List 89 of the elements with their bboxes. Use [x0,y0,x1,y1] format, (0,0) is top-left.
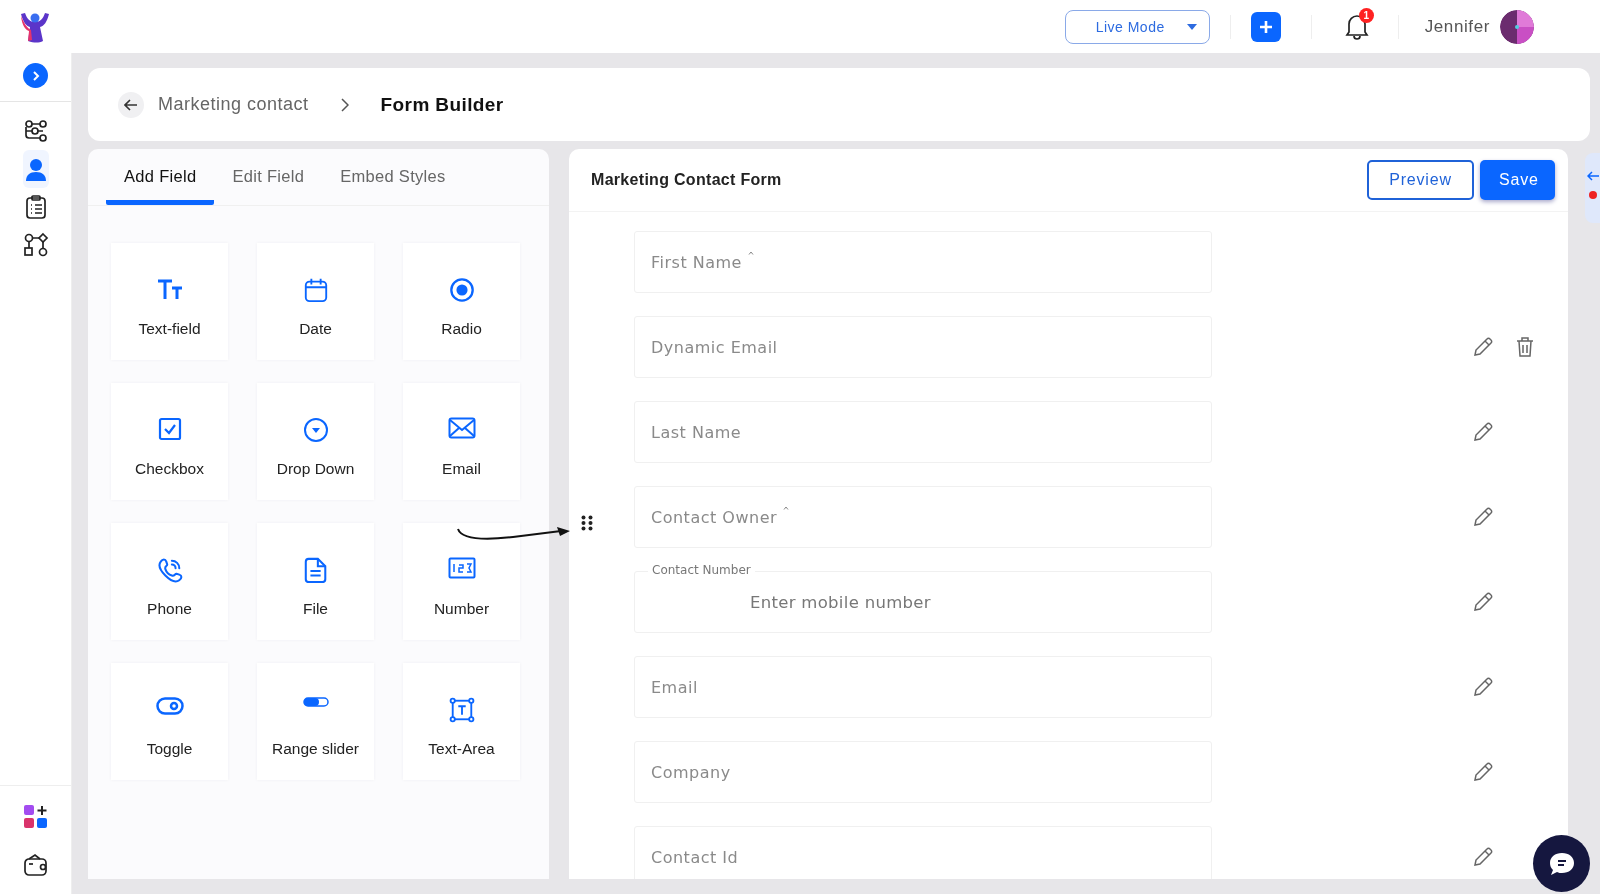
tile-label: File [303,600,328,618]
dot-icon [1588,191,1597,199]
input-field[interactable]: Contact Id [634,826,1212,879]
pencil-icon[interactable] [1472,846,1494,868]
tile-label: Text-field [138,320,201,338]
pencil-icon[interactable] [1472,591,1494,613]
breadcrumb-link[interactable]: Marketing contact [158,94,309,115]
field-type-tile[interactable]: Range slider [257,663,374,780]
avatar[interactable] [1500,9,1534,44]
envelope-icon [447,417,476,439]
tab[interactable]: Embed Styles [322,155,464,205]
tile-label: Drop Down [276,460,355,478]
field-type-tile[interactable]: File [257,523,374,640]
tab[interactable]: Add Field [106,155,215,205]
back-button[interactable] [118,91,144,118]
tile-label: Range slider [272,740,359,758]
input-field[interactable]: Company [634,741,1212,803]
input-field[interactable]: First Name [634,231,1212,293]
checkbox-icon [157,417,182,441]
field-placeholder: Contact Id [651,847,739,867]
tile-label: Number [433,600,490,618]
apps-icon[interactable] [22,804,49,830]
field-type-tile[interactable]: Number [403,523,520,640]
toggle-icon [155,697,184,715]
document-icon [303,557,328,583]
chat-button[interactable] [1533,835,1590,892]
pencil-icon[interactable] [1472,506,1494,528]
back-arrow-icon [124,98,138,111]
field-type-tile[interactable]: Email [403,383,520,500]
number-box-icon [447,557,476,579]
phone-icon [155,557,184,583]
pencil-icon[interactable] [1472,761,1494,783]
input-field[interactable]: Contact Owner [634,486,1212,548]
input-field[interactable]: Dynamic Email [634,316,1212,378]
input-field[interactable]: Last Name [634,401,1212,463]
field-type-tile[interactable]: Drop Down [257,383,374,500]
field-type-tile[interactable]: Phone [111,523,228,640]
field-type-tile[interactable]: Radio [403,243,520,360]
text-size-icon [155,277,184,301]
field-placeholder: Last Name [651,422,742,442]
arrow-left-icon [1586,171,1599,181]
chat-icon [1548,851,1575,876]
pencil-icon[interactable] [1472,421,1494,443]
tile-label: Date [299,320,332,338]
form-title: Marketing Contact Form [591,171,783,189]
add-button[interactable] [1250,11,1281,42]
chevron-icon [31,69,40,82]
page-title: Form Builder [380,93,504,116]
drag-handle-icon[interactable] [581,515,593,531]
preview-button[interactable]: Preview [1367,160,1474,200]
flowchart-icon[interactable] [22,232,49,258]
field-placeholder: Dynamic Email [651,337,778,357]
field-type-tile[interactable]: Text-field [111,243,228,360]
field-type-tile[interactable]: Toggle [111,663,228,780]
field-placeholder: Email [651,677,698,697]
notification-count: 1 [1358,7,1374,23]
tab[interactable]: Edit Field [214,155,323,205]
text-box-icon [447,697,476,723]
trash-icon[interactable] [1514,336,1536,358]
wallet-icon[interactable] [22,852,49,878]
workflow-icon[interactable] [22,118,49,144]
tile-label: Radio [441,320,482,338]
slider-icon [302,697,329,707]
field-type-tile[interactable]: Text-Area [403,663,520,780]
field-placeholder: Company [651,762,731,782]
chevron-icon [340,97,349,112]
caret-icon [1186,23,1197,30]
input-field[interactable]: Email [634,656,1212,718]
tile-label: Checkbox [135,460,204,478]
dropdown-icon [302,417,329,443]
field-type-tile[interactable]: Date [257,243,374,360]
tile-label: Email [442,460,481,478]
field-label: Contact Number [648,563,755,577]
pencil-icon[interactable] [1472,336,1494,358]
plus-icon [1258,19,1273,34]
calendar-icon [302,277,329,303]
field-placeholder: Contact Owner [651,507,778,527]
pencil-icon[interactable] [1472,676,1494,698]
radio-icon [447,277,476,303]
expand-button[interactable] [23,63,48,88]
mode-dropdown[interactable]: Live Mode [1064,9,1210,44]
tile-label: Text-Area [428,740,495,758]
side-drawer-tab[interactable] [1585,153,1600,223]
tile-label: Toggle [146,740,193,758]
tile-label: Phone [147,600,192,618]
save-button[interactable]: Save [1480,160,1555,200]
field-placeholder: First Name [651,252,742,272]
user-name: Jennifer [1424,16,1490,37]
field-type-tile[interactable]: Checkbox [111,383,228,500]
